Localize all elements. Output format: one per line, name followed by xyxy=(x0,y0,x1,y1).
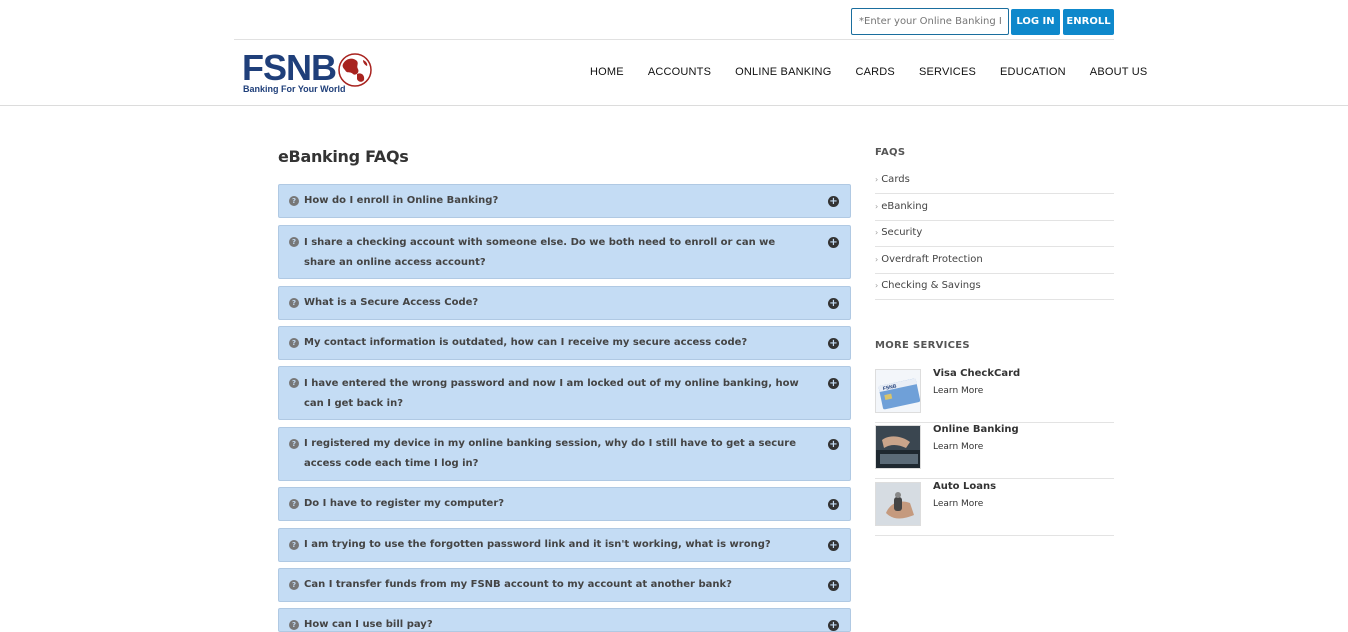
question-icon: ? xyxy=(289,620,299,630)
expand-plus-icon[interactable]: + xyxy=(828,580,839,591)
faq-question: How can I use bill pay? xyxy=(304,619,433,630)
question-icon: ? xyxy=(289,378,299,388)
faq-item[interactable]: ? Do I have to register my computer? + xyxy=(278,487,851,521)
sidebar-link-security[interactable]: › Security xyxy=(875,220,1114,247)
expand-plus-icon[interactable]: + xyxy=(828,298,839,309)
learn-more-link[interactable]: Learn More xyxy=(933,386,983,396)
sidebar-link-cards[interactable]: › Cards xyxy=(875,167,1114,194)
chevron-right-icon: › xyxy=(875,255,879,264)
nav-about-us[interactable]: ABOUT US xyxy=(1090,66,1148,78)
nav-services[interactable]: SERVICES xyxy=(919,66,976,78)
faq-question: I share a checking account with someone … xyxy=(304,237,776,268)
fsnb-logo[interactable]: FSNB Banking For Your World xyxy=(240,50,380,96)
sidebar-link-checking-savings[interactable]: › Checking & Savings xyxy=(875,273,1114,300)
sidebar-link-label: Security xyxy=(881,227,923,238)
sidebar-link-ebanking[interactable]: › eBanking xyxy=(875,194,1114,221)
faq-question: What is a Secure Access Code? xyxy=(304,297,479,308)
question-icon: ? xyxy=(289,237,299,247)
question-icon: ? xyxy=(289,439,299,449)
expand-plus-icon[interactable]: + xyxy=(828,196,839,207)
learn-more-link[interactable]: Learn More xyxy=(933,499,983,509)
faq-question: I am trying to use the forgotten passwor… xyxy=(304,539,771,550)
faq-item[interactable]: ? How do I enroll in Online Banking? + xyxy=(278,184,851,218)
faq-item[interactable]: ? I am trying to use the forgotten passw… xyxy=(278,528,851,562)
expand-plus-icon[interactable]: + xyxy=(828,540,839,551)
faq-item[interactable]: ? What is a Secure Access Code? + xyxy=(278,286,851,320)
service-name: Auto Loans xyxy=(933,481,997,492)
faq-question: Do I have to register my computer? xyxy=(304,498,505,509)
faq-item[interactable]: ? I share a checking account with someon… xyxy=(278,225,851,279)
online-banking-id-input[interactable] xyxy=(851,8,1009,35)
auto-loans-thumbnail xyxy=(875,482,921,526)
sidebar-link-label: Overdraft Protection xyxy=(881,254,983,265)
expand-plus-icon[interactable]: + xyxy=(828,439,839,450)
sidebar-link-label: Checking & Savings xyxy=(881,280,981,291)
nav-cards[interactable]: CARDS xyxy=(855,66,895,78)
sidebar-link-label: Cards xyxy=(881,174,910,185)
service-name: Visa CheckCard xyxy=(933,368,1021,379)
globe-icon xyxy=(338,53,372,87)
nav-home[interactable]: HOME xyxy=(590,66,624,78)
logo-wordmark: FSNB xyxy=(242,47,337,88)
faq-question: My contact information is outdated, how … xyxy=(304,337,748,348)
question-icon: ? xyxy=(289,196,299,206)
sidebar-link-label: eBanking xyxy=(881,201,928,212)
page-title: eBanking FAQs xyxy=(278,147,409,166)
service-name: Online Banking xyxy=(933,424,1019,435)
service-item-auto-loans[interactable]: Auto Loans Learn More xyxy=(875,480,1114,536)
sidebar-link-overdraft[interactable]: › Overdraft Protection xyxy=(875,247,1114,274)
chevron-right-icon: › xyxy=(875,202,879,211)
chevron-right-icon: › xyxy=(875,281,879,290)
chevron-right-icon: › xyxy=(875,228,879,237)
more-services-heading: MORE SERVICES xyxy=(875,340,970,351)
learn-more-link[interactable]: Learn More xyxy=(933,442,983,452)
chevron-right-icon: › xyxy=(875,175,879,184)
main-nav: HOME ACCOUNTS ONLINE BANKING CARDS SERVI… xyxy=(590,66,1171,78)
question-icon: ? xyxy=(289,499,299,509)
faq-question: I registered my device in my online bank… xyxy=(304,438,797,469)
logo-tagline: Banking For Your World xyxy=(243,84,346,94)
faq-item[interactable]: ? Can I transfer funds from my FSNB acco… xyxy=(278,568,851,602)
faq-item[interactable]: ? I registered my device in my online ba… xyxy=(278,427,851,481)
online-banking-thumbnail xyxy=(875,425,921,469)
faq-question: Can I transfer funds from my FSNB accoun… xyxy=(304,579,732,590)
faq-question: I have entered the wrong password and no… xyxy=(304,378,799,409)
faq-item[interactable]: ? I have entered the wrong password and … xyxy=(278,366,851,420)
nav-accounts[interactable]: ACCOUNTS xyxy=(648,66,711,78)
question-icon: ? xyxy=(289,338,299,348)
service-item-online-banking[interactable]: Online Banking Learn More xyxy=(875,423,1114,479)
header-divider xyxy=(0,105,1348,106)
expand-plus-icon[interactable]: + xyxy=(828,237,839,248)
nav-online-banking[interactable]: ONLINE BANKING xyxy=(735,66,831,78)
question-icon: ? xyxy=(289,298,299,308)
login-button[interactable]: LOG IN xyxy=(1011,9,1060,35)
service-item-visa[interactable]: FSNB Visa CheckCard Learn More xyxy=(875,367,1114,423)
expand-plus-icon[interactable]: + xyxy=(828,338,839,349)
faqs-heading: FAQS xyxy=(875,147,906,158)
expand-plus-icon[interactable]: + xyxy=(828,378,839,389)
faq-item[interactable]: ? How can I use bill pay? + xyxy=(278,608,851,632)
expand-plus-icon[interactable]: + xyxy=(828,499,839,510)
enroll-button[interactable]: ENROLL xyxy=(1063,9,1114,35)
expand-plus-icon[interactable]: + xyxy=(828,620,839,631)
question-icon: ? xyxy=(289,540,299,550)
faq-item[interactable]: ? My contact information is outdated, ho… xyxy=(278,326,851,360)
top-divider xyxy=(234,39,1114,40)
faq-question: How do I enroll in Online Banking? xyxy=(304,195,499,206)
question-icon: ? xyxy=(289,580,299,590)
top-bar: LOG IN ENROLL xyxy=(0,0,1348,40)
visa-card-thumbnail: FSNB xyxy=(875,369,921,413)
nav-education[interactable]: EDUCATION xyxy=(1000,66,1066,78)
